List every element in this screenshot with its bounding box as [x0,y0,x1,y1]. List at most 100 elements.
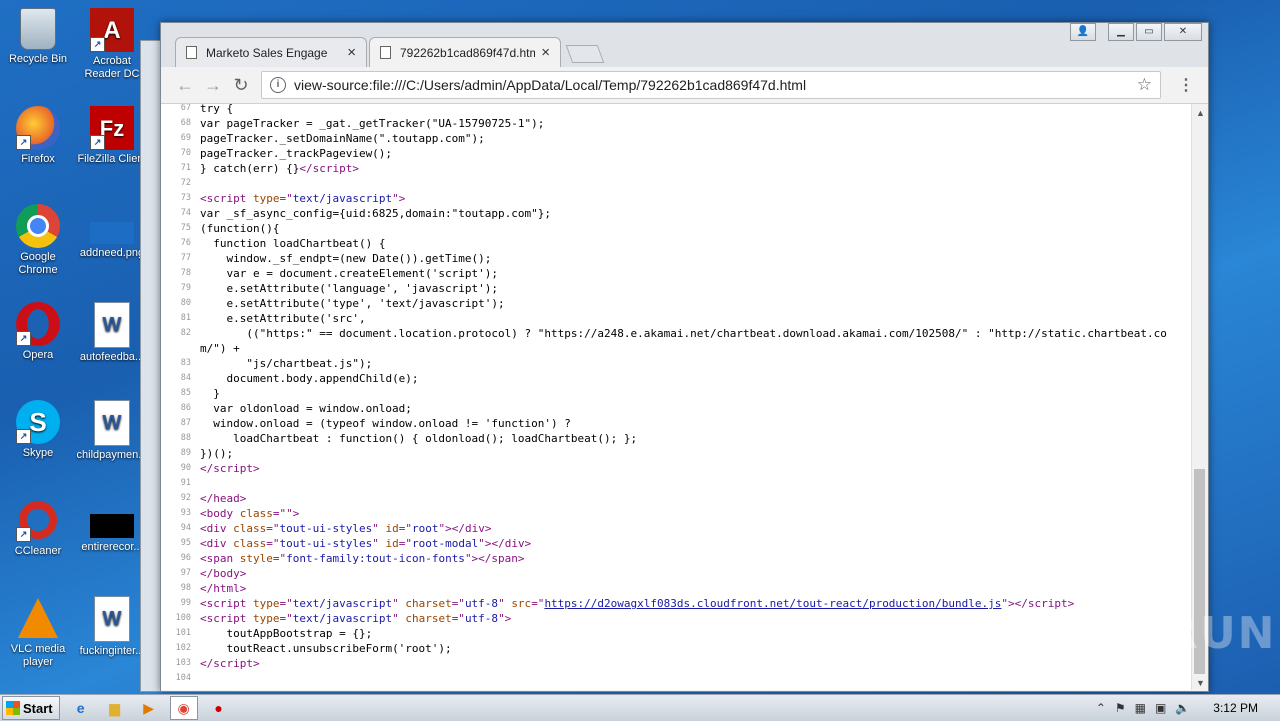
line-number: 93 [180,508,191,518]
line-text: })(); [200,447,234,460]
desktop-icon-label: addneed.png [79,247,145,259]
desktop-icon-recycle-bin[interactable]: Recycle Bin [0,8,76,66]
antivirus-icon[interactable]: ● [206,697,232,719]
line-number: 83 [180,358,191,368]
maximize-button[interactable]: ▭ [1136,23,1162,41]
internet-explorer-icon[interactable]: e [68,697,94,719]
tab-marketo[interactable]: Marketo Sales Engage × [175,37,367,67]
source-line: 94 <div class="tout-ui-styles" id="root">… [161,521,1191,536]
desktop-icon-label: Skype [22,447,54,459]
close-button[interactable]: ✕ [1164,23,1202,41]
line-text: try { [200,104,234,115]
user-icon[interactable]: 👤 [1070,23,1096,41]
line-text: "js/chartbeat.js"); [200,357,373,370]
volume-icon[interactable]: 🔈 [1175,701,1190,715]
source-line: 99 <script type="text/javascript" charset… [161,596,1191,611]
desktop-icon-ccleaner[interactable]: ↗ CCleaner [0,498,76,558]
word-document-icon: W [94,302,130,348]
desktop-icon-entirerecord[interactable]: entirerecor... [74,498,150,554]
info-icon[interactable]: i [270,77,286,93]
line-text: e.setAttribute('language', 'javascript')… [200,282,499,295]
address-bar[interactable]: i view-source:file:///C:/Users/admin/App… [261,71,1161,99]
acrobat-icon: A ↗ [90,8,134,52]
filezilla-icon: Fz ↗ [90,106,134,150]
source-line: 74 var _sf_async_config={uid:6825,domain:… [161,206,1191,221]
line-text: e.setAttribute('type', 'text/javascript'… [200,297,505,310]
display-icon[interactable]: ▣ [1155,701,1166,715]
minimize-button[interactable]: ▁ [1108,23,1134,41]
opera-icon: ↗ [16,302,60,346]
line-text: } [200,387,220,400]
desktop-icon-autofeedback[interactable]: W autofeedba... [74,302,150,364]
desktop-icon-label: childpaymen... [76,449,148,461]
clock[interactable]: 3:12 PM [1213,701,1258,715]
page-icon [380,46,391,59]
menu-icon[interactable]: ⋮ [1178,75,1194,95]
tab-title: Marketo Sales Engage [206,45,328,60]
start-button[interactable]: Start [2,696,60,720]
line-text: <script type="text/javascript"> [200,192,406,205]
desktop-icon-addneed[interactable]: addneed.png [74,204,150,260]
desktop-icon-vlc[interactable]: VLC media player [0,596,76,669]
source-line: 85 } [161,386,1191,401]
line-number: 94 [180,523,191,533]
action-center-flag-icon[interactable]: ⚑ [1115,701,1126,715]
desktop-icon-filezilla[interactable]: Fz ↗ FileZilla Client [74,106,150,166]
source-line: 104 [161,671,1191,686]
desktop-icon-opera[interactable]: ↗ Opera [0,302,76,362]
media-player-icon[interactable]: ▶ [136,697,162,719]
tray-expand-icon[interactable]: ⌃ [1096,701,1106,715]
new-tab-button[interactable] [565,45,605,63]
line-text: pageTracker._trackPageview(); [200,147,393,160]
image-file-icon [90,222,134,244]
close-icon[interactable]: × [347,44,356,61]
taskbar: Start e ▆ ▶ ◉ ● ⌃ ⚑ ▦ ▣ 🔈 3:12 PM [0,694,1280,721]
chrome-taskbar-icon[interactable]: ◉ [169,696,198,720]
recycle-bin-icon [20,8,56,50]
scroll-up-arrow-icon[interactable]: ▲ [1196,108,1205,118]
back-button[interactable]: ← [173,73,197,97]
desktop-icon-acrobat[interactable]: A ↗ Acrobat Reader DC [74,8,150,81]
reload-button[interactable]: ↻ [229,73,253,97]
desktop-icon-fuckinginter[interactable]: W fuckinginter... [74,596,150,658]
line-number: 87 [180,418,191,428]
line-text: toutAppBootstrap = {}; [200,627,373,640]
desktop-icon-chrome[interactable]: Google Chrome [0,204,76,277]
desktop-icon-label: Firefox [21,153,55,165]
line-number: 89 [180,448,191,458]
source-line: 88 loadChartbeat : function() { oldonloa… [161,431,1191,446]
tab-source[interactable]: 792262b1cad869f47d.html × [369,37,561,67]
desktop-icon-firefox[interactable]: ↗ Firefox [0,106,76,166]
source-line: 75 (function(){ [161,221,1191,236]
source-line: 76 function loadChartbeat() { [161,236,1191,251]
source-line: 82 (("https:" == document.location.proto… [161,326,1191,356]
desktop-icon-label: entirerecor... [81,541,143,553]
source-viewer[interactable]: 67 try {68 var pageTracker = _gat._getTrac… [161,104,1191,690]
source-line: 86 var oldonload = window.onload; [161,401,1191,416]
forward-button[interactable]: → [201,73,225,97]
line-text [200,671,1180,686]
line-text: var oldonload = window.onload; [200,402,412,415]
desktop-icon-label: VLC media player [10,643,66,668]
tab-title: 792262b1cad869f47d.html [400,45,536,60]
bookmark-star-icon[interactable]: ☆ [1137,75,1152,95]
desktop-icon-label: Recycle Bin [8,53,68,65]
line-text: <script type="text/javascript" charset="… [200,597,1075,610]
scroll-down-arrow-icon[interactable]: ▼ [1196,678,1205,688]
folder-icon[interactable]: ▆ [102,697,128,719]
background-window-edge[interactable] [140,40,162,692]
line-text [200,476,1180,491]
desktop-icon-childpayment[interactable]: W childpaymen... [74,400,150,462]
line-number: 67 [180,104,191,113]
vertical-scrollbar[interactable]: ▲ ▼ [1191,104,1208,690]
desktop-icon-label: Acrobat Reader DC [84,55,140,80]
desktop-icon-skype[interactable]: S ↗ Skype [0,400,76,460]
network-icon[interactable]: ▦ [1135,701,1146,715]
line-number: 81 [180,313,191,323]
line-number: 69 [180,133,191,143]
source-line: 68 var pageTracker = _gat._getTracker("UA… [161,116,1191,131]
address-url: view-source:file:///C:/Users/admin/AppDa… [294,77,807,93]
close-icon[interactable]: × [541,44,550,61]
source-line: 84 document.body.appendChild(e); [161,371,1191,386]
vlc-icon [16,596,60,640]
